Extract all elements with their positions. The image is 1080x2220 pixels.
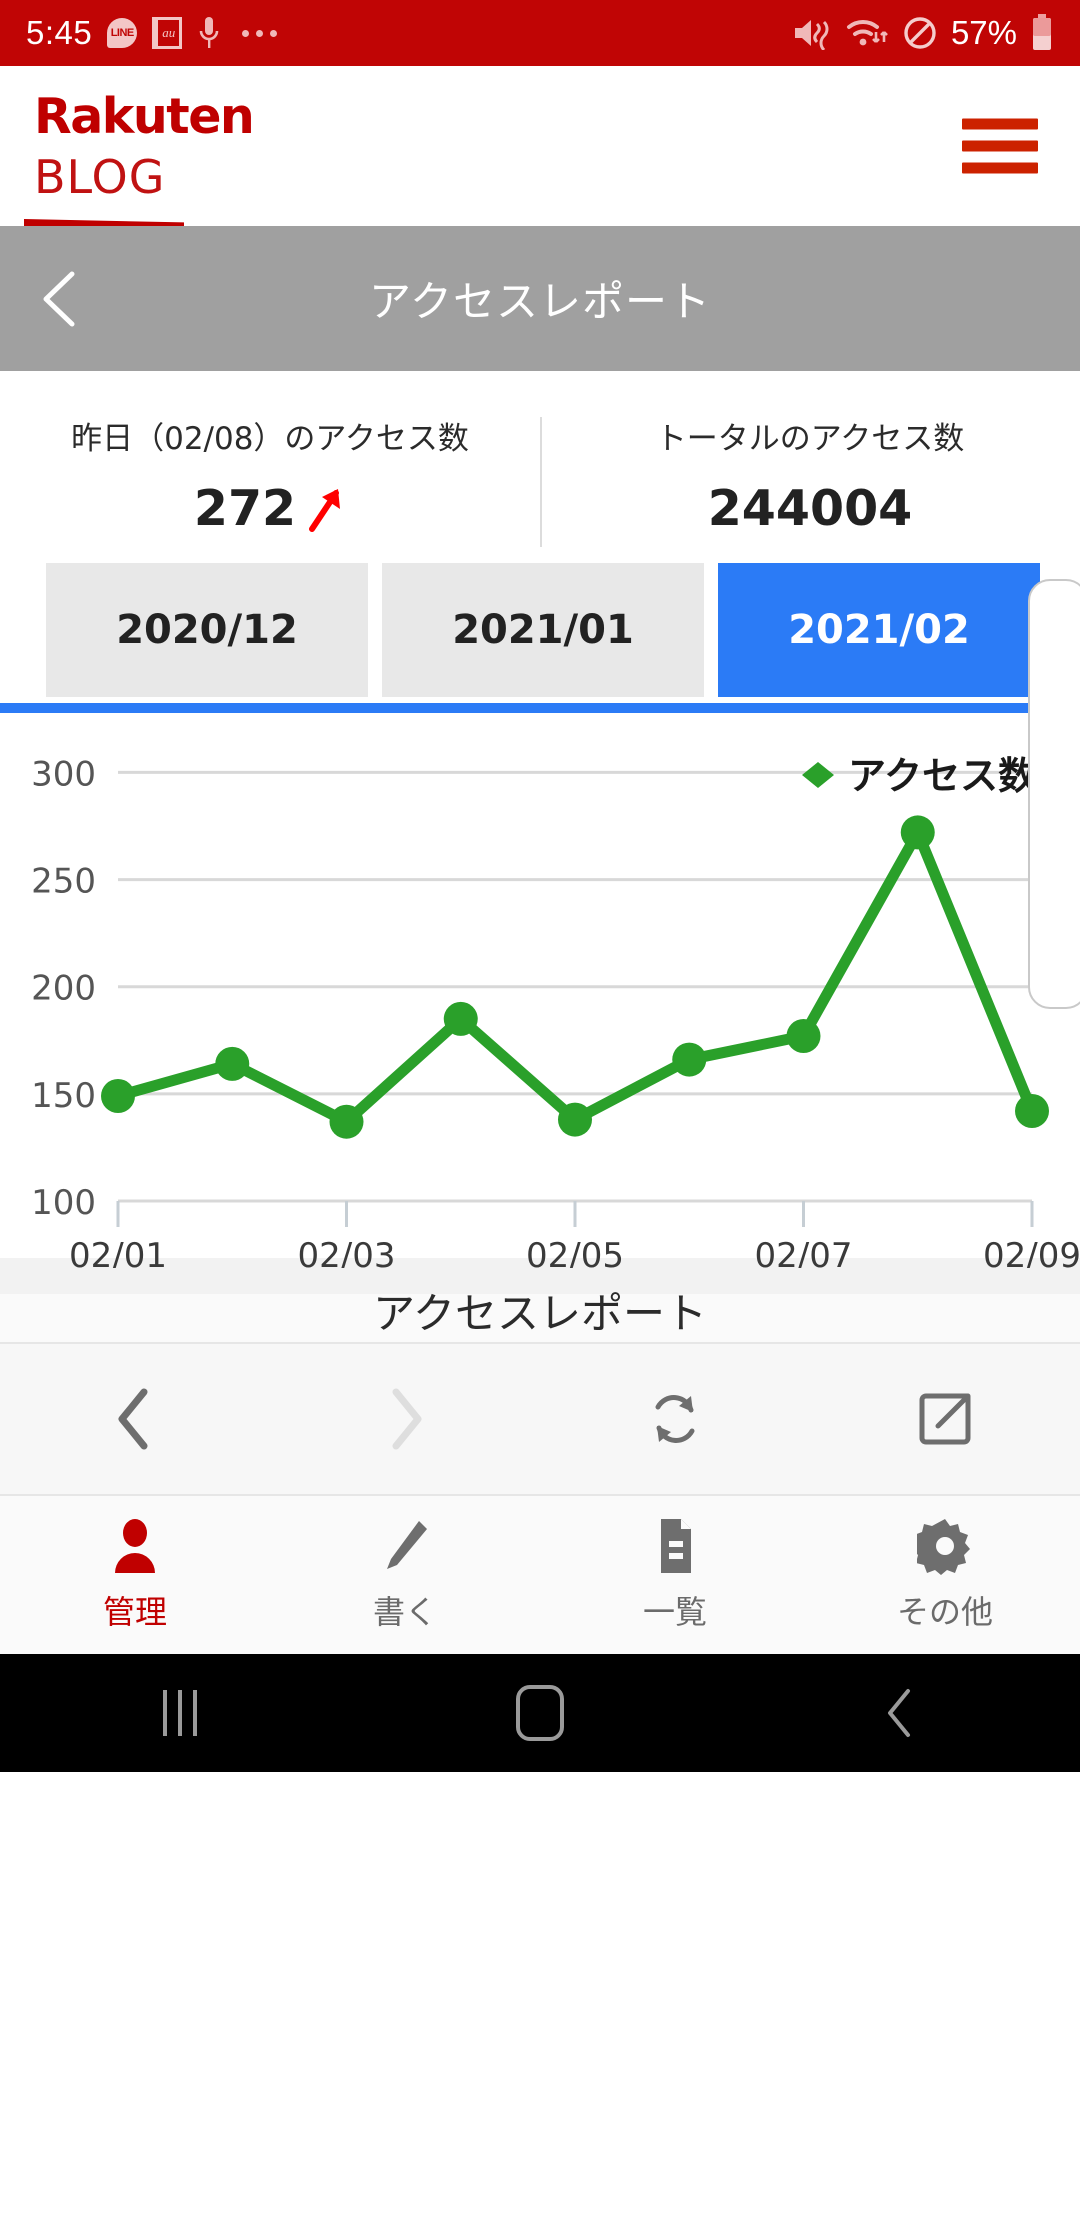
tab-label: 2021/02 bbox=[788, 607, 970, 653]
do-not-disturb-icon bbox=[904, 17, 936, 49]
y-axis-tick-label: 100 bbox=[31, 1183, 96, 1223]
data-point[interactable] bbox=[672, 1042, 707, 1077]
chevron-right-icon bbox=[392, 1388, 422, 1450]
browser-reload-button[interactable] bbox=[540, 1386, 810, 1452]
status-bar-left: 5:45 LINE au bbox=[26, 14, 278, 52]
data-point[interactable] bbox=[215, 1046, 250, 1081]
stat-yesterday: 昨日（02/08）のアクセス数 272 bbox=[0, 413, 540, 537]
data-point[interactable] bbox=[329, 1104, 364, 1139]
line-icon: LINE bbox=[107, 18, 138, 48]
chevron-left-icon bbox=[118, 1388, 148, 1450]
stats-divider bbox=[540, 417, 542, 547]
app-tab-bar: 管理 書く 一覧 その他 bbox=[0, 1494, 1080, 1654]
tab-2020-12[interactable]: 2020/12 bbox=[46, 563, 368, 697]
chart-title: アクセスレポート bbox=[373, 1289, 707, 1338]
tab-2021-02[interactable]: 2021/02 bbox=[718, 563, 1040, 697]
chevron-left-icon[interactable] bbox=[36, 268, 88, 330]
document-icon bbox=[661, 1519, 691, 1573]
tab-kaku[interactable]: 書く bbox=[270, 1517, 540, 1633]
tab-2021-01[interactable]: 2021/01 bbox=[382, 563, 704, 697]
browser-forward-button[interactable] bbox=[270, 1386, 540, 1452]
x-axis-tick-label: 02/07 bbox=[755, 1236, 853, 1268]
microphone-icon bbox=[199, 17, 219, 48]
stat-label: トータルのアクセス数 bbox=[655, 421, 965, 457]
page-title: アクセスレポート bbox=[369, 277, 711, 326]
browser-back-button[interactable] bbox=[0, 1386, 270, 1452]
data-point[interactable] bbox=[786, 1019, 821, 1053]
recents-icon bbox=[163, 1690, 197, 1736]
brand-name: Rakuten bbox=[34, 88, 255, 145]
trend-up-arrow-icon bbox=[309, 488, 341, 532]
y-axis-tick-label: 200 bbox=[31, 969, 96, 1009]
active-tab-underline bbox=[0, 703, 1080, 713]
vibrate-mute-icon bbox=[794, 20, 829, 50]
legend-label: アクセス数 bbox=[848, 754, 1036, 798]
stats-summary: 昨日（02/08）のアクセス数 272 トータルのアクセス数 244004 bbox=[0, 371, 1080, 563]
wifi-icon bbox=[846, 19, 888, 46]
x-axis-tick-label: 02/01 bbox=[69, 1236, 167, 1268]
au-icon: au bbox=[152, 17, 183, 49]
refresh-icon bbox=[655, 1395, 695, 1443]
recent-apps-button[interactable] bbox=[0, 1690, 360, 1736]
data-point[interactable] bbox=[558, 1102, 592, 1137]
stat-label: 昨日（02/08）のアクセス数 bbox=[71, 421, 469, 457]
home-icon bbox=[516, 1685, 564, 1741]
tab-label: 書く bbox=[372, 1593, 437, 1631]
android-nav-bar bbox=[0, 1654, 1080, 1772]
rakuten-blog-logo[interactable]: Rakuten BLOG bbox=[24, 88, 255, 228]
tab-sonota[interactable]: その他 bbox=[810, 1517, 1080, 1633]
tab-label: 一覧 bbox=[642, 1593, 707, 1631]
status-bar-clock: 5:45 bbox=[26, 14, 93, 51]
month-tab-strip: 2020/12 2021/01 2021/02 bbox=[0, 563, 1080, 1009]
x-axis-tick-label: 02/05 bbox=[526, 1236, 624, 1268]
battery-icon bbox=[1033, 14, 1051, 50]
home-button[interactable] bbox=[360, 1685, 720, 1741]
phone-screen: 5:45 LINE au 57% Rakuten BLOG アクセスレポート 昨… bbox=[0, 0, 1080, 2220]
x-axis-tick-label: 02/09 bbox=[983, 1236, 1080, 1268]
x-axis-tick-label: 02/03 bbox=[298, 1236, 396, 1268]
more-dots-icon bbox=[242, 29, 278, 37]
gear-icon bbox=[917, 1519, 970, 1575]
stat-total: トータルのアクセス数 244004 bbox=[540, 413, 1080, 537]
data-point[interactable] bbox=[101, 1079, 135, 1113]
data-point[interactable] bbox=[443, 1001, 478, 1036]
tab-label: 管理 bbox=[102, 1593, 167, 1631]
page-header: アクセスレポート bbox=[0, 226, 1080, 371]
sub-brand-name: BLOG bbox=[34, 150, 166, 204]
access-line-chart[interactable]: 100 150 200 250 300 02/01 02/03 02/05 02/07 02/09… bbox=[0, 723, 1080, 1268]
stat-value: 272 bbox=[193, 480, 297, 537]
y-axis-tick-label: 300 bbox=[31, 754, 96, 794]
hamburger-icon[interactable] bbox=[962, 118, 1038, 174]
stat-value: 244004 bbox=[707, 480, 913, 537]
battery-percent-label: 57% bbox=[950, 14, 1017, 51]
status-bar: 5:45 LINE au 57% bbox=[0, 0, 1080, 66]
data-point[interactable] bbox=[1015, 1094, 1049, 1128]
stat-value-wrap: 244004 bbox=[540, 480, 1080, 537]
month-tabs: 2020/12 2021/01 2021/02 bbox=[46, 563, 1080, 697]
tab-label: その他 bbox=[896, 1593, 993, 1631]
side-panel-edge[interactable] bbox=[1028, 579, 1080, 1009]
back-icon bbox=[888, 1689, 910, 1737]
stat-value-wrap: 272 bbox=[0, 480, 540, 537]
y-axis-tick-label: 150 bbox=[31, 1076, 96, 1116]
tab-kanri[interactable]: 管理 bbox=[0, 1517, 270, 1633]
access-chart: 100 150 200 250 300 02/01 02/03 02/05 02/07 02/09… bbox=[0, 713, 1080, 1338]
back-button[interactable] bbox=[720, 1687, 1080, 1739]
open-external-icon bbox=[919, 1393, 971, 1445]
y-axis-tick-label: 250 bbox=[31, 862, 96, 902]
tab-ichiran[interactable]: 一覧 bbox=[540, 1517, 810, 1633]
status-bar-right: 57% bbox=[792, 14, 1054, 52]
tab-label: 2020/12 bbox=[116, 607, 298, 653]
person-icon bbox=[115, 1519, 155, 1573]
data-point[interactable] bbox=[900, 815, 935, 850]
pencil-icon bbox=[387, 1521, 427, 1569]
browser-toolbar bbox=[0, 1342, 1080, 1494]
browser-open-external-button[interactable] bbox=[810, 1388, 1080, 1450]
tab-label: 2021/01 bbox=[452, 607, 634, 653]
legend-marker-icon bbox=[802, 762, 834, 788]
data-line bbox=[112, 826, 1038, 1128]
site-header: Rakuten BLOG bbox=[0, 66, 1080, 228]
